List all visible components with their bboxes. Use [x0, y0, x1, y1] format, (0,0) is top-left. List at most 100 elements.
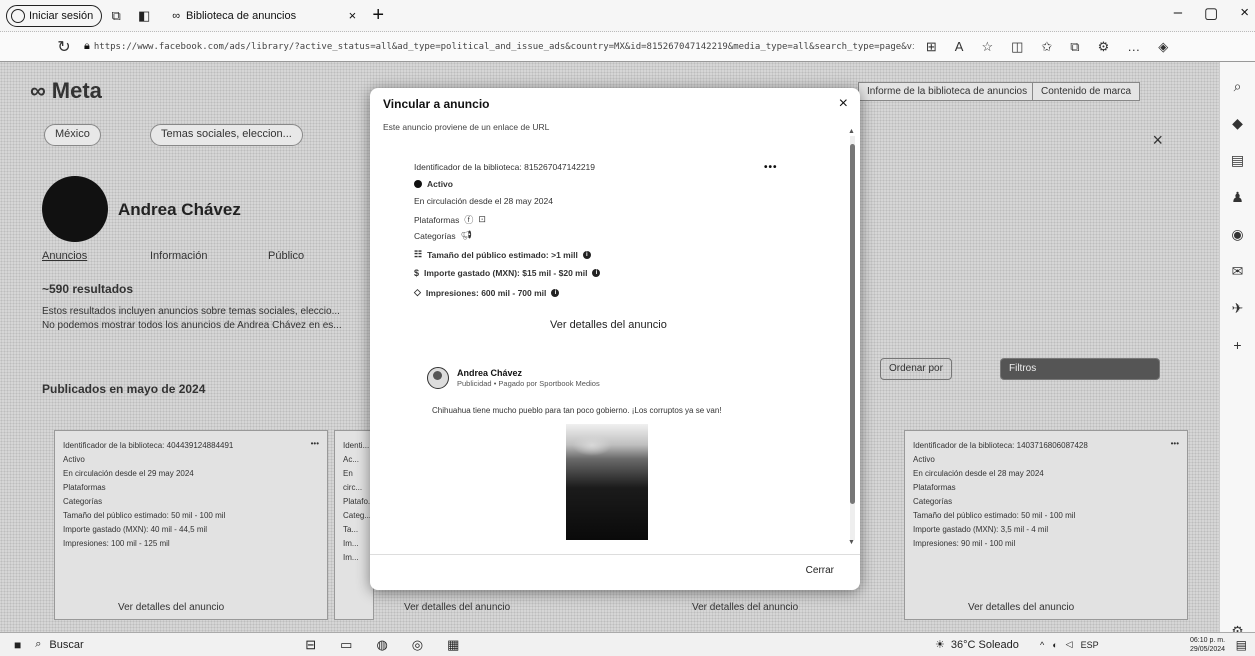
library-id: Identificador de la biblioteca: 81526704…	[414, 162, 596, 172]
close-window-button[interactable]: ×	[1240, 4, 1249, 22]
add-sidebar-icon[interactable]: +	[1233, 337, 1241, 353]
megaphone-icon: 📢︎	[460, 230, 473, 240]
drop-icon[interactable]: ✈	[1232, 300, 1244, 317]
tab-informacion[interactable]: Información	[150, 250, 207, 262]
dialog-header: Vincular a anuncio ×	[370, 88, 860, 120]
dialog-scrollbar[interactable]: ▲ ▼	[848, 128, 855, 546]
search-label: Buscar	[49, 638, 84, 651]
spend-label: Importe gastado (MXN): $15 mil - $20 mil	[424, 268, 588, 278]
url-field[interactable]: https://www.facebook.com/ads/library/?ac…	[94, 42, 914, 52]
library-report-link[interactable]: Informe de la biblioteca de anuncios	[858, 82, 1037, 101]
advertiser-name[interactable]: Andrea Chávez	[457, 368, 600, 378]
scroll-up-icon[interactable]: ▲	[848, 128, 855, 135]
branded-content-link[interactable]: Contenido de marca	[1032, 82, 1141, 101]
platforms-row: Plataformas ⓕ ⊡	[414, 213, 486, 226]
avatar[interactable]	[427, 367, 449, 389]
link-to-ad-dialog: Vincular a anuncio × Este anuncio provie…	[370, 88, 860, 590]
scroll-down-icon[interactable]: ▼	[848, 539, 855, 546]
info-icon[interactable]: i	[582, 250, 591, 259]
avatar	[42, 176, 108, 242]
ad-details-button[interactable]: Ver detalles del anuncio	[968, 602, 1074, 613]
favorites-icon[interactable]: ✩	[1041, 39, 1052, 55]
tab-close-icon[interactable]: ×	[349, 8, 357, 23]
category-filter[interactable]: Temas sociales, eleccion...	[150, 124, 303, 146]
collections-icon[interactable]: ⧉	[1070, 39, 1079, 55]
ad-card: ••• Identificador de la biblioteca: 4044…	[54, 430, 328, 620]
tab-publico[interactable]: Público	[268, 250, 304, 262]
card-line: Im...	[343, 553, 359, 562]
notice-line: No podemos mostrar todos los anuncios de…	[42, 320, 342, 331]
new-tab-button[interactable]: +	[364, 4, 392, 27]
tools-icon[interactable]: ▤	[1231, 152, 1244, 169]
copilot-icon[interactable]: ◈	[1158, 39, 1168, 55]
ad-details-button[interactable]: Ver detalles del anuncio	[692, 602, 798, 613]
close-icon[interactable]: ×	[1152, 130, 1163, 151]
minimize-button[interactable]: –	[1174, 4, 1182, 22]
filters-button[interactable]: Filtros	[1000, 358, 1160, 380]
ad-details-button[interactable]: Ver detalles del anuncio	[118, 602, 224, 613]
results-count: ~590 resultados	[42, 282, 134, 296]
card-line: Im...	[343, 539, 359, 548]
clock-time: 06:10 p. m.	[1190, 636, 1226, 644]
impressions-label: Impresiones: 600 mil - 700 mil	[425, 287, 547, 298]
meta-logo: ∞ Meta	[30, 78, 102, 103]
lock-icon[interactable]: 🔒︎	[84, 40, 90, 53]
store-icon[interactable]: ▦	[447, 637, 459, 653]
chevron-up-icon[interactable]: ^	[1040, 640, 1044, 650]
split-screen-icon[interactable]: ◫	[1011, 39, 1023, 55]
tab-anuncios[interactable]: Anuncios	[42, 250, 87, 262]
extensions-icon[interactable]: ⚙	[1098, 39, 1110, 55]
scrollbar-thumb[interactable]	[850, 144, 855, 504]
read-aloud-icon[interactable]: A	[955, 39, 964, 55]
card-line: En circ...	[343, 469, 363, 492]
weather-widget[interactable]: ☀ 36°C Soleado	[935, 638, 1019, 652]
facebook-icon: ⓕ	[464, 215, 474, 225]
ad-details-button[interactable]: Ver detalles del anuncio	[404, 602, 510, 613]
games-icon[interactable]: ♟	[1231, 189, 1244, 206]
search-icon[interactable]: ⌕	[1234, 78, 1242, 95]
signin-button[interactable]: Iniciar sesión	[6, 4, 103, 27]
speaker-icon[interactable]: ◁	[1066, 639, 1073, 650]
close-icon[interactable]: ×	[839, 95, 848, 113]
more-icon[interactable]: •••	[1171, 437, 1179, 451]
more-options-button[interactable]: •••	[764, 162, 778, 173]
info-icon[interactable]: i	[592, 269, 601, 277]
notifications-icon[interactable]: ▤	[1236, 638, 1247, 652]
info-icon[interactable]: i	[551, 288, 560, 297]
task-view-icon[interactable]: ⊟	[305, 637, 316, 653]
clock-date: 29/05/2024	[1190, 645, 1226, 653]
run-since: En circulación desde el 28 may 2024	[414, 196, 553, 206]
office-icon[interactable]: ◉	[1231, 226, 1243, 243]
close-button[interactable]: Cerrar	[806, 565, 834, 576]
maximize-button[interactable]: ▢	[1204, 4, 1218, 22]
sort-by-button[interactable]: Ordenar por	[880, 358, 952, 380]
card-line: En circulación desde el 29 may 2024	[63, 469, 194, 478]
country-filter[interactable]: México	[44, 124, 101, 146]
refresh-icon[interactable]: ↻	[44, 37, 84, 57]
workspaces-icon[interactable]: ⧉	[102, 8, 130, 24]
ad-details-button[interactable]: Ver detalles del anuncio	[550, 319, 667, 331]
language-indicator[interactable]: ESP	[1081, 640, 1099, 650]
dialog-footer: Cerrar	[370, 554, 860, 590]
card-line: Identificador de la biblioteca: 14037168…	[913, 441, 1088, 450]
windows-start-icon[interactable]: ■	[14, 638, 21, 652]
card-line: Impresiones: 100 mil - 125 mil	[63, 539, 170, 548]
more-icon[interactable]: •••	[311, 437, 319, 451]
tab-biblioteca[interactable]: ∞ Biblioteca de anuncios ×	[164, 3, 364, 29]
clock[interactable]: 06:10 p. m. 29/05/2024	[1190, 636, 1225, 654]
file-explorer-icon[interactable]: ▭	[340, 637, 352, 653]
app-available-icon[interactable]: ⊞	[926, 39, 937, 55]
more-options-icon[interactable]: …	[1127, 39, 1140, 55]
card-line: En circulación desde el 28 may 2024	[913, 469, 1044, 478]
notice-line: Estos resultados incluyen anuncios sobre…	[42, 306, 340, 317]
chrome-icon[interactable]: ◎	[412, 637, 423, 653]
tab-title: Biblioteca de anuncios	[186, 9, 297, 22]
shopping-tag-icon[interactable]: ◆	[1232, 115, 1243, 132]
outlook-icon[interactable]: ✉	[1232, 263, 1244, 280]
network-icon[interactable]: ◐	[1052, 640, 1057, 650]
edge-icon[interactable]: ◍	[376, 637, 387, 653]
taskbar-search[interactable]: ⌕ Buscar	[35, 638, 235, 651]
favorite-star-icon[interactable]: ☆	[981, 39, 993, 55]
tab-actions-icon[interactable]: ◧	[130, 8, 158, 24]
ad-card: Identi... Ac... En circ... Platafo... Ca…	[334, 430, 374, 620]
